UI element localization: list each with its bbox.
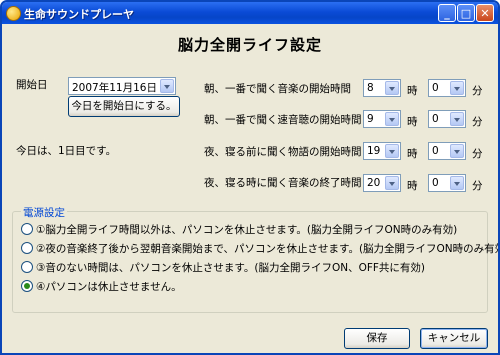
title-bar[interactable]: 生命サウンドプレーヤ _ □ ✕ (2, 2, 498, 24)
chevron-down-icon[interactable] (450, 112, 464, 126)
chevron-down-icon[interactable] (450, 81, 464, 95)
radio-button[interactable] (21, 261, 33, 273)
minute-unit: 分 (472, 148, 483, 160)
night-music-end-hour-select[interactable]: 20 (363, 174, 401, 192)
morning-speed-hour-select[interactable]: 9 (363, 110, 401, 128)
schedule-label-morning-music: 朝、一番で聞く音楽の開始時間 (204, 83, 351, 95)
minute-unit: 分 (472, 85, 483, 97)
maximize-icon: □ (460, 7, 472, 20)
minimize-icon: _ (444, 7, 450, 20)
radio-button[interactable] (21, 223, 33, 235)
chevron-down-icon[interactable] (450, 144, 464, 158)
night-music-end-minute-select[interactable]: 0 (428, 174, 466, 192)
power-settings-group: 電源設定 ①脳力全開ライフ時間以外は、パソコンを休止させます。(脳力全開ライフO… (12, 205, 498, 313)
chevron-down-icon[interactable] (385, 81, 399, 95)
app-icon (6, 6, 21, 21)
morning-music-minute-select[interactable]: 0 (428, 79, 466, 97)
chevron-down-icon[interactable] (450, 176, 464, 190)
chevron-down-icon[interactable] (385, 176, 399, 190)
power-settings-legend: 電源設定 (21, 205, 67, 220)
power-option-2[interactable]: ②夜の音楽終了後から翌朝音楽開始まで、パソコンを休止させます。(脳力全開ライフO… (21, 241, 498, 256)
chevron-down-icon[interactable] (385, 112, 399, 126)
power-option-4[interactable]: ④パソコンは休止させません。 (21, 279, 182, 294)
page-title: 脳力全開ライフ設定 (177, 36, 322, 54)
save-button[interactable]: 保存 (344, 328, 410, 349)
power-option-3[interactable]: ③音のない時間は、パソコンを休止させます。(脳力全開ライフON、OFF共に有効) (21, 260, 425, 275)
close-icon: ✕ (480, 7, 490, 20)
start-date-value: 2007年11月16日 (72, 82, 157, 94)
hour-unit: 時 (407, 85, 418, 97)
radio-button[interactable] (21, 242, 33, 254)
cancel-button[interactable]: キャンセル (420, 328, 488, 349)
hour-unit: 時 (407, 148, 418, 160)
radio-button-selected[interactable] (21, 280, 33, 292)
window-title: 生命サウンドプレーヤ (24, 8, 134, 21)
schedule-label-night-music-end: 夜、寝る時に聞く音楽の終了時間 (204, 177, 362, 189)
chevron-down-icon[interactable] (160, 79, 174, 93)
morning-music-hour-select[interactable]: 8 (363, 79, 401, 97)
schedule-label-morning-speed: 朝、一番で聞く速音聴の開始時間 (204, 114, 362, 126)
start-date-picker[interactable]: 2007年11月16日 (68, 77, 176, 95)
set-today-button[interactable]: 今日を開始日にする。 (68, 96, 180, 117)
hour-unit: 時 (407, 116, 418, 128)
hour-unit: 時 (407, 180, 418, 192)
day-status: 今日は、1日目です。 (16, 145, 117, 157)
minute-unit: 分 (472, 180, 483, 192)
power-option-1[interactable]: ①脳力全開ライフ時間以外は、パソコンを休止させます。(脳力全開ライフON時のみ有… (21, 222, 457, 237)
close-button[interactable]: ✕ (476, 4, 494, 22)
night-story-minute-select[interactable]: 0 (428, 142, 466, 160)
chevron-down-icon[interactable] (385, 144, 399, 158)
start-date-label: 開始日 (16, 79, 48, 91)
schedule-label-night-story: 夜、寝る前に聞く物語の開始時間 (204, 146, 362, 158)
night-story-hour-select[interactable]: 19 (363, 142, 401, 160)
minute-unit: 分 (472, 116, 483, 128)
morning-speed-minute-select[interactable]: 0 (428, 110, 466, 128)
settings-window: 生命サウンドプレーヤ _ □ ✕ 脳力全開ライフ設定 開始日 2007年11月1… (0, 0, 500, 355)
maximize-button[interactable]: □ (457, 4, 475, 22)
minimize-button[interactable]: _ (438, 4, 456, 22)
